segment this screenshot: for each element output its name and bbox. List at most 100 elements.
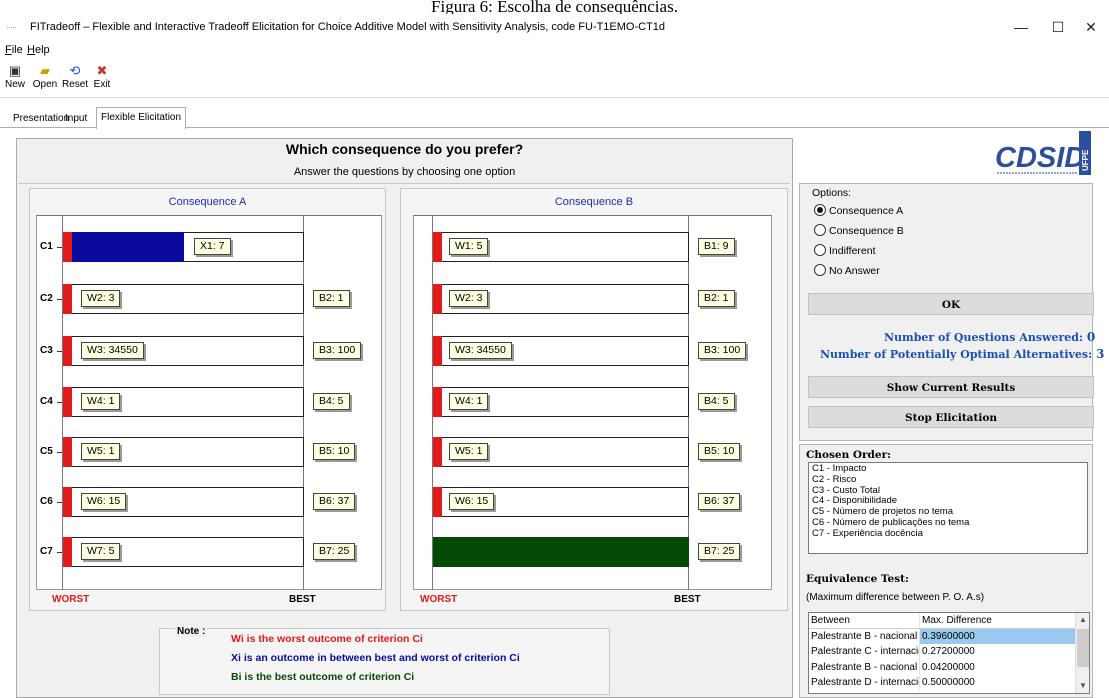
worst-value: W7: 5 bbox=[81, 543, 121, 560]
worst-marker bbox=[433, 284, 442, 314]
toolbar bbox=[0, 60, 1109, 98]
axis-tick bbox=[57, 351, 62, 352]
menu-file-key: F bbox=[5, 44, 12, 56]
tab-input[interactable]: Input bbox=[60, 110, 92, 128]
worst-value: W5: 1 bbox=[449, 443, 489, 460]
question-title: Which consequence do you prefer? bbox=[285, 141, 524, 157]
table-row[interactable]: Palestrante B - nacional - Pa 0.04200000 bbox=[809, 659, 1089, 675]
cell-max-difference: 0.27200000 bbox=[922, 646, 975, 657]
reset-button[interactable]: ⟲ Reset bbox=[61, 63, 89, 95]
cell-max-difference: 0.39600000 bbox=[920, 628, 1075, 644]
logo-side: UFPE bbox=[1081, 149, 1090, 171]
exit-label: Exit bbox=[93, 79, 111, 90]
new-button[interactable]: ▣ New bbox=[3, 63, 27, 95]
worst-value: W6: 15 bbox=[81, 493, 127, 510]
radio-button[interactable] bbox=[814, 204, 826, 216]
worst-value: W3: 34550 bbox=[81, 342, 144, 359]
note-worst: Wi is the worst outcome of criterion Ci bbox=[231, 633, 423, 645]
criterion-label: C7 bbox=[40, 546, 53, 557]
column-header-between[interactable]: Between bbox=[809, 613, 920, 629]
save-icon: ▣ bbox=[8, 63, 22, 78]
worst-marker bbox=[433, 487, 442, 517]
worst-marker bbox=[63, 437, 72, 467]
list-item[interactable]: C2 - Risco bbox=[812, 474, 1084, 486]
best-value: B1: 9 bbox=[698, 238, 735, 255]
figure-caption: Figura 6: Escolha de consequências. bbox=[431, 0, 678, 14]
consequence-a-title: Consequence A bbox=[168, 196, 247, 208]
tab-flexible-elicitation[interactable]: Flexible Elicitation bbox=[96, 107, 187, 129]
criterion-label: C3 bbox=[40, 345, 53, 356]
cell-max-difference: 0.50000000 bbox=[922, 677, 975, 688]
table-row[interactable]: Palestrante D - internaciona 0.50000000 bbox=[809, 675, 1089, 691]
cell-between: Palestrante B - nacional - Pa bbox=[809, 659, 920, 675]
menu-bar bbox=[0, 42, 1109, 60]
radio-label: No Answer bbox=[829, 265, 880, 277]
optimal-alternatives: Number of Potentially Optimal Alternativ… bbox=[820, 347, 1104, 361]
best-value: B4: 5 bbox=[698, 393, 735, 410]
maximize-button[interactable]: ☐ bbox=[1040, 15, 1076, 39]
optimal-value: 3 bbox=[1096, 347, 1105, 361]
cell-between: Palestrante B - nacional - Pa bbox=[809, 628, 920, 644]
scroll-down-icon[interactable]: ▼ bbox=[1076, 679, 1090, 693]
exit-button[interactable]: ✖ Exit bbox=[92, 63, 112, 95]
refresh-icon: ⟲ bbox=[69, 63, 81, 78]
radio-indifferent[interactable]: Indifferent bbox=[814, 244, 876, 258]
radio-button[interactable] bbox=[814, 244, 826, 256]
stop-elicitation-button[interactable]: Stop Elicitation bbox=[808, 406, 1094, 428]
scroll-up-icon[interactable]: ▲ bbox=[1076, 613, 1090, 627]
intermediate-fill bbox=[63, 232, 184, 262]
criterion-label: C5 bbox=[40, 446, 53, 457]
options-head: Options: bbox=[812, 187, 852, 199]
note-between: Xi is an outcome in between best and wor… bbox=[231, 652, 520, 664]
list-item[interactable]: C7 - Experiência docência bbox=[812, 528, 1084, 540]
best-value: B4: 5 bbox=[313, 393, 350, 410]
radio-consequence-a[interactable]: Consequence A bbox=[814, 204, 903, 218]
axis-tick bbox=[57, 452, 62, 453]
folder-icon: ▰ bbox=[40, 63, 50, 78]
divider bbox=[18, 183, 790, 184]
answered-value: 0 bbox=[1086, 330, 1096, 344]
open-label: Open bbox=[32, 79, 58, 90]
radio-button[interactable] bbox=[814, 264, 826, 276]
criterion-label: C4 bbox=[40, 396, 53, 407]
radio-consequence-b[interactable]: Consequence B bbox=[814, 224, 904, 238]
menu-file[interactable]: File bbox=[5, 44, 23, 56]
criterion-label: C2 bbox=[40, 293, 53, 304]
radio-no-answer[interactable]: No Answer bbox=[814, 264, 880, 278]
best-label-a: BEST bbox=[289, 594, 316, 605]
equivalence-table[interactable]: Between Max. Difference Palestrante B - … bbox=[808, 612, 1090, 694]
close-button[interactable]: ✕ bbox=[1073, 15, 1109, 39]
worst-marker bbox=[433, 336, 442, 366]
axis-tick bbox=[57, 402, 62, 403]
scroll-thumb[interactable] bbox=[1077, 629, 1089, 667]
chosen-order-list[interactable]: C1 - Impacto C2 - Risco C3 - Custo Total… bbox=[808, 462, 1088, 554]
table-scrollbar[interactable]: ▲ ▼ bbox=[1075, 613, 1089, 693]
equivalence-sub: (Maximum difference between P. O. A.s) bbox=[806, 592, 985, 603]
worst-marker bbox=[63, 487, 72, 517]
table-row[interactable]: Palestrante B - nacional - Pa 0.39600000 bbox=[809, 628, 1089, 644]
best-value: B2: 1 bbox=[698, 290, 735, 307]
worst-value: W4: 1 bbox=[81, 393, 121, 410]
ok-button[interactable]: OK bbox=[808, 293, 1094, 315]
consequence-b-title: Consequence B bbox=[554, 196, 634, 208]
axis-tick bbox=[57, 247, 62, 248]
worst-value: W6: 15 bbox=[449, 493, 495, 510]
radio-button[interactable] bbox=[814, 224, 826, 236]
best-fill bbox=[433, 537, 689, 567]
logo-text: CDSID bbox=[995, 142, 1085, 174]
worst-label-b: WORST bbox=[420, 594, 458, 605]
new-label: New bbox=[4, 79, 25, 90]
worst-marker bbox=[433, 437, 442, 467]
radio-label: Consequence A bbox=[829, 205, 904, 217]
minimize-button[interactable]: — bbox=[1003, 15, 1039, 39]
answered-label: Number of Questions Answered: bbox=[884, 331, 1084, 344]
menu-help[interactable]: Help bbox=[27, 44, 50, 56]
worst-marker bbox=[63, 537, 72, 567]
table-row[interactable]: Palestrante C - internaciona 0.27200000 bbox=[809, 644, 1089, 660]
worst-marker bbox=[63, 336, 72, 366]
radio-label: Indifferent bbox=[829, 245, 876, 257]
column-header-max-difference[interactable]: Max. Difference bbox=[920, 613, 1075, 629]
open-button[interactable]: ▰ Open bbox=[32, 63, 58, 95]
exit-icon: ✖ bbox=[96, 63, 108, 78]
show-results-button[interactable]: Show Current Results bbox=[808, 376, 1094, 398]
